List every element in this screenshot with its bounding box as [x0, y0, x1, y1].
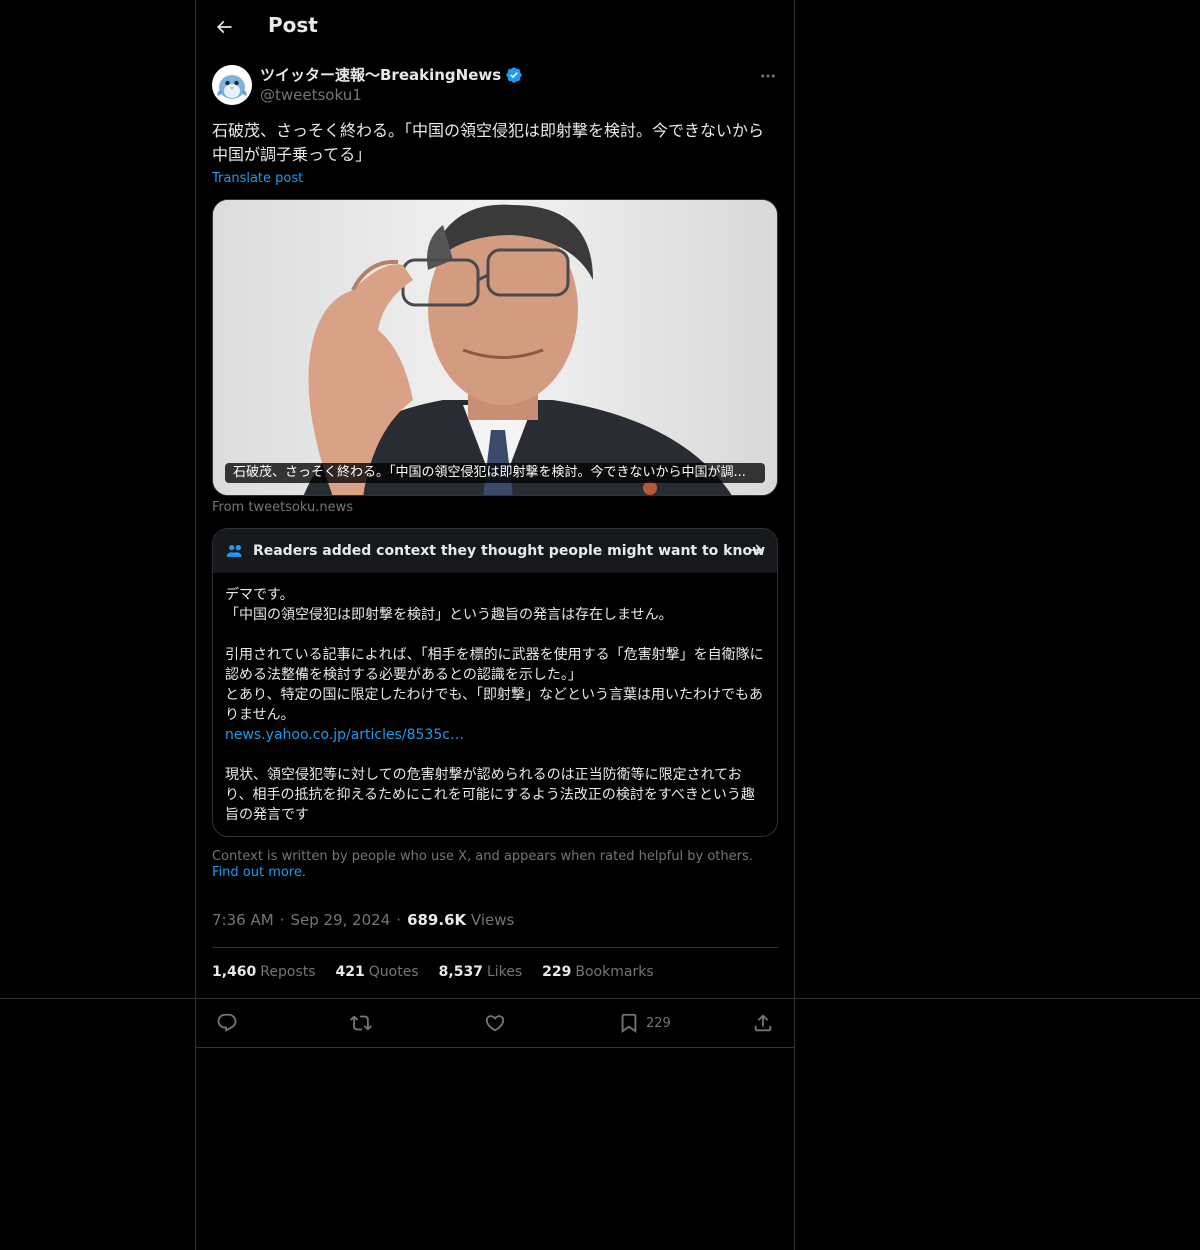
note-source-link[interactable]: news.yahoo.co.jp/articles/8535c…: [225, 727, 464, 743]
bookmark-icon: [621, 1013, 637, 1034]
reply-icon: [217, 1013, 237, 1032]
heart-icon: [485, 1015, 505, 1032]
note-text-line: 引用されている記事によれば、「相手を標的に武器を使用する「危害射撃」を自衛隊に認…: [225, 647, 764, 683]
note-text-line: 「中国の領空侵犯は即射撃を検討」という趣旨の発言は存在しません。: [225, 607, 673, 623]
context-footer-text: Context is written by people who use X, …: [212, 849, 753, 864]
meta-separator: ·: [396, 911, 402, 929]
likes-stat[interactable]: 8,537 Likes: [439, 964, 523, 980]
image-caption: 石破茂、さっそく終わる。「中国の領空侵犯は即射撃を検討。今できないから中国が調.…: [225, 463, 765, 483]
community-note-body: デマです。 「中国の領空侵犯は即射撃を検討」という趣旨の発言は存在しません。 引…: [213, 573, 777, 836]
more-button[interactable]: [756, 64, 780, 88]
post-text: 石破茂、さっそく終わる。「中国の領空侵犯は即射撃を検討。今できないから中国が調子…: [212, 121, 765, 164]
note-text-line: とあり、特定の国に限定したわけでも、「即射撃」などという言葉は用いたわけでもあり…: [225, 687, 764, 723]
reposts-stat[interactable]: 1,460 Reposts: [212, 964, 316, 980]
arrow-left-icon: [216, 20, 232, 34]
divider: [212, 947, 778, 948]
post-date[interactable]: Sep 29, 2024: [290, 911, 390, 929]
context-footer: Context is written by people who use X, …: [212, 849, 778, 881]
views-count: 689.6K: [407, 911, 467, 929]
post-image[interactable]: 石破茂、さっそく終わる。「中国の領空侵犯は即射撃を検討。今できないから中国が調.…: [212, 199, 778, 496]
post-column: Post ツイッター速報〜BreakingNews @tweetsoku1 石破…: [195, 0, 795, 1250]
share-button[interactable]: [752, 1012, 774, 1034]
bookmarks-count: 229: [542, 964, 572, 980]
share-icon: [754, 1014, 772, 1032]
repost-icon: [350, 1015, 372, 1031]
reply-button[interactable]: [216, 1012, 238, 1034]
author-name[interactable]: ツイッター速報〜BreakingNews: [260, 64, 523, 85]
top-bar: Post: [196, 0, 794, 54]
community-note-title: Readers added context they thought peopl…: [252, 543, 765, 559]
note-text-line: デマです。: [225, 587, 294, 603]
link-source[interactable]: From tweetsoku.news: [212, 500, 353, 515]
repost-button[interactable]: [350, 1012, 372, 1034]
bookmark-button[interactable]: 229: [618, 1012, 671, 1034]
bookmarks-label: Bookmarks: [575, 964, 654, 980]
engagement-stats: 1,460 Reposts 421 Quotes 8,537 Likes 229 Boo…: [212, 964, 654, 980]
people-icon: [226, 545, 242, 557]
bookmark-count: 229: [646, 1015, 671, 1031]
community-note: Readers added context they thought peopl…: [212, 528, 778, 837]
arrow-right-icon: [749, 544, 763, 556]
post-meta: 7:36 AM · Sep 29, 2024 · 689.6K Views: [212, 911, 514, 929]
meta-separator: ·: [279, 911, 285, 929]
community-note-header[interactable]: Readers added context they thought peopl…: [213, 529, 777, 573]
verified-badge-icon: [506, 66, 522, 83]
portrait-photo: [213, 200, 777, 495]
author-handle[interactable]: @tweetsoku1: [260, 86, 362, 104]
quotes-stat[interactable]: 421 Quotes: [336, 964, 419, 980]
note-text-line: 現状、領空侵犯等に対しての危害射撃が認められるのは正当防衛等に限定されており、相…: [225, 767, 755, 823]
post-time[interactable]: 7:36 AM: [212, 911, 274, 929]
likes-label: Likes: [486, 964, 523, 980]
find-out-more-link[interactable]: Find out more.: [212, 865, 306, 880]
views-label: Views: [470, 911, 515, 929]
quotes-label: Quotes: [368, 964, 419, 980]
reposts-label: Reposts: [260, 964, 316, 980]
reposts-count: 1,460: [212, 964, 257, 980]
more-horizontal-icon: [761, 74, 775, 78]
translate-post-link[interactable]: Translate post: [212, 171, 303, 186]
page-title: Post: [268, 13, 318, 37]
back-button[interactable]: [208, 11, 240, 43]
quotes-count: 421: [335, 964, 365, 980]
bookmarks-stat[interactable]: 229 Bookmarks: [542, 964, 653, 980]
likes-count: 8,537: [438, 964, 483, 980]
avatar[interactable]: [212, 65, 252, 105]
author-name-text: ツイッター速報〜BreakingNews: [260, 66, 502, 84]
action-bar: 229: [196, 999, 794, 1048]
like-button[interactable]: [484, 1012, 506, 1034]
